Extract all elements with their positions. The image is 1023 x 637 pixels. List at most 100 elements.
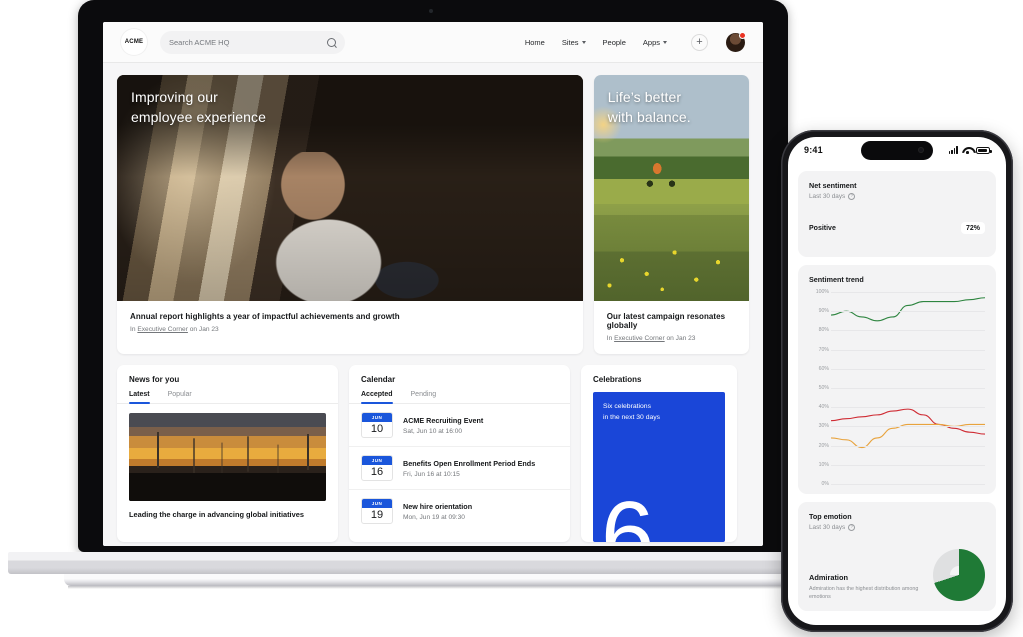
laptop-camera-icon (429, 9, 433, 13)
date-chip-month: JUN (362, 456, 392, 465)
hero-card-primary[interactable]: Improving our employee experience Annual… (117, 75, 583, 354)
date-chip-day: 19 (370, 508, 384, 521)
chart-line-neutral (831, 424, 985, 447)
chart-gridline (831, 445, 985, 447)
top-emotion-subtitle: Last 30 days ? (809, 524, 985, 531)
hero-secondary-headline[interactable]: Our latest campaign resonates globally (607, 312, 736, 330)
dynamic-island (861, 141, 933, 160)
calendar-event-subtitle: Sat, Jun 10 at 16:00 (403, 427, 463, 435)
hero-primary-meta-link[interactable]: Executive Corner (137, 326, 188, 333)
hero-secondary-meta-link[interactable]: Executive Corner (614, 335, 665, 342)
chart-gridline (831, 407, 985, 409)
phone-status-bar: 9:41 (788, 137, 1006, 163)
hero-primary-footer: Annual report highlights a year of impac… (117, 301, 583, 345)
calendar-title: Calendar (361, 375, 396, 384)
calendar-card: Calendar Accepted Pending JUN 10 ACME Re… (349, 365, 570, 542)
acme-logo[interactable]: ACME (121, 29, 147, 55)
news-title: News for you (129, 375, 180, 384)
tab-calendar-pending[interactable]: Pending (411, 391, 437, 403)
top-emotion-pie-chart (933, 549, 985, 601)
date-chip-month: JUN (362, 413, 392, 422)
top-emotion-title: Top emotion (809, 512, 852, 521)
nav-label-sites: Sites (561, 37, 579, 47)
top-emotion-content: Admiration Admiration has the highest di… (809, 549, 985, 601)
celebrations-count: 6 (601, 482, 655, 543)
date-chip-day: 10 (370, 422, 384, 435)
calendar-event-row[interactable]: JUN 16 Benefits Open Enrollment Period E… (349, 447, 570, 490)
chart-y-axis: 0% 10% 20% 30% 40% 50% 60% 70% 80% 90% 100% (809, 289, 829, 487)
date-chip: JUN 10 (361, 412, 393, 438)
tab-news-latest[interactable]: Latest (129, 391, 150, 404)
laptop-base-top (8, 552, 798, 574)
chevron-down-icon (581, 40, 586, 44)
screenshot-stage: ACME Home Sites People Apps + (0, 0, 1023, 637)
net-sentiment-value-row: Positive 72% (809, 222, 985, 234)
chart-y-tick: 10% (818, 461, 829, 468)
chart-line-negative (831, 409, 985, 434)
calendar-tabs: Accepted Pending (349, 391, 570, 404)
hero-primary-headline[interactable]: Annual report highlights a year of impac… (130, 312, 570, 321)
app-body: Improving our employee experience Annual… (103, 63, 763, 546)
sentiment-trend-title: Sentiment trend (809, 275, 864, 284)
nav-label-home: Home (524, 37, 545, 47)
hero-secondary-meta-suffix: on Jan 23 (666, 335, 696, 342)
create-button[interactable]: + (691, 33, 708, 51)
avatar[interactable] (726, 31, 746, 52)
info-icon[interactable]: ? (848, 193, 856, 200)
hero-secondary-overlay-line2: with balance. (607, 108, 691, 125)
chart-y-tick: 20% (818, 442, 829, 449)
hero-primary-meta-suffix: on Jan 23 (189, 326, 219, 333)
sentiment-trend-chart: 0% 10% 20% 30% 40% 50% 60% 70% 80% 90% 100% (809, 289, 985, 487)
hero-primary-image: Improving our employee experience (117, 75, 583, 301)
cellular-bars-icon (948, 146, 958, 154)
search-input[interactable] (169, 37, 321, 47)
hero-primary-overlay-line1: Improving our (131, 89, 218, 105)
celebrations-panel[interactable]: Six celebrations in the next 30 days 6 (593, 392, 725, 542)
chart-y-tick: 90% (818, 308, 829, 315)
chart-y-tick: 50% (818, 385, 829, 391)
news-thumbnail[interactable] (129, 413, 326, 501)
tab-calendar-accepted[interactable]: Accepted (361, 391, 393, 404)
phone-device: 9:41 Net sentiment Last 30 days ? Positi… (781, 130, 1013, 632)
top-emotion-card: Top emotion Last 30 days ? Admiration Ad… (798, 502, 996, 611)
celebrations-line1: Six celebrations (603, 403, 651, 410)
hero-secondary-image: Life’s better with balance. (593, 75, 749, 301)
chart-gridline (831, 368, 985, 370)
calendar-event-text: Benefits Open Enrollment Period Ends Fri… (403, 459, 535, 478)
celebrations-label: Six celebrations in the next 30 days (603, 402, 715, 423)
tab-news-popular[interactable]: Popular (168, 391, 192, 403)
news-caption[interactable]: Leading the charge in advancing global i… (117, 501, 338, 529)
chart-y-tick: 60% (818, 365, 829, 372)
search-bar[interactable] (160, 30, 345, 54)
chart-gridline (831, 484, 985, 485)
chart-gridline (831, 388, 985, 389)
calendar-event-row[interactable]: JUN 19 New hire orientation Mon, Jun 19 … (349, 490, 570, 532)
hero-primary-meta: In Executive Corner on Jan 23 (130, 326, 570, 333)
hero-row: Improving our employee experience Annual… (117, 75, 749, 354)
net-sentiment-percent: 72% (960, 222, 985, 234)
calendar-event-row[interactable]: JUN 10 ACME Recruiting Event Sat, Jun 10… (349, 404, 570, 447)
nav-item-home[interactable]: Home (525, 38, 545, 47)
chart-y-tick: 30% (818, 423, 829, 430)
hero-primary-overlay-line2: employee experience (131, 108, 266, 125)
nav-item-people[interactable]: People (603, 38, 626, 47)
hero-card-secondary[interactable]: Life’s better with balance. Our latest c… (593, 75, 749, 354)
laptop-base-shadow (68, 586, 784, 589)
search-icon[interactable] (327, 37, 336, 47)
chart-gridline (831, 464, 985, 466)
chart-y-tick: 100% (815, 289, 829, 295)
laptop-screen: ACME Home Sites People Apps + (103, 22, 763, 546)
nav-item-apps[interactable]: Apps (643, 38, 667, 47)
laptop-base-bottom (64, 574, 788, 586)
calendar-event-text: ACME Recruiting Event Sat, Jun 10 at 16:… (403, 416, 483, 435)
top-emotion-text: Admiration Admiration has the highest di… (809, 573, 927, 601)
status-indicators (948, 146, 992, 154)
nav-item-sites[interactable]: Sites (562, 38, 586, 47)
top-emotion-subtitle-text: Last 30 days (809, 524, 846, 531)
celebrations-line2: in the next 30 days (603, 413, 661, 421)
status-time: 9:41 (804, 145, 823, 155)
chart-gridline (831, 349, 985, 351)
date-chip: JUN 19 (361, 498, 393, 524)
info-icon[interactable]: ? (848, 524, 856, 531)
date-chip-day: 16 (370, 465, 384, 478)
